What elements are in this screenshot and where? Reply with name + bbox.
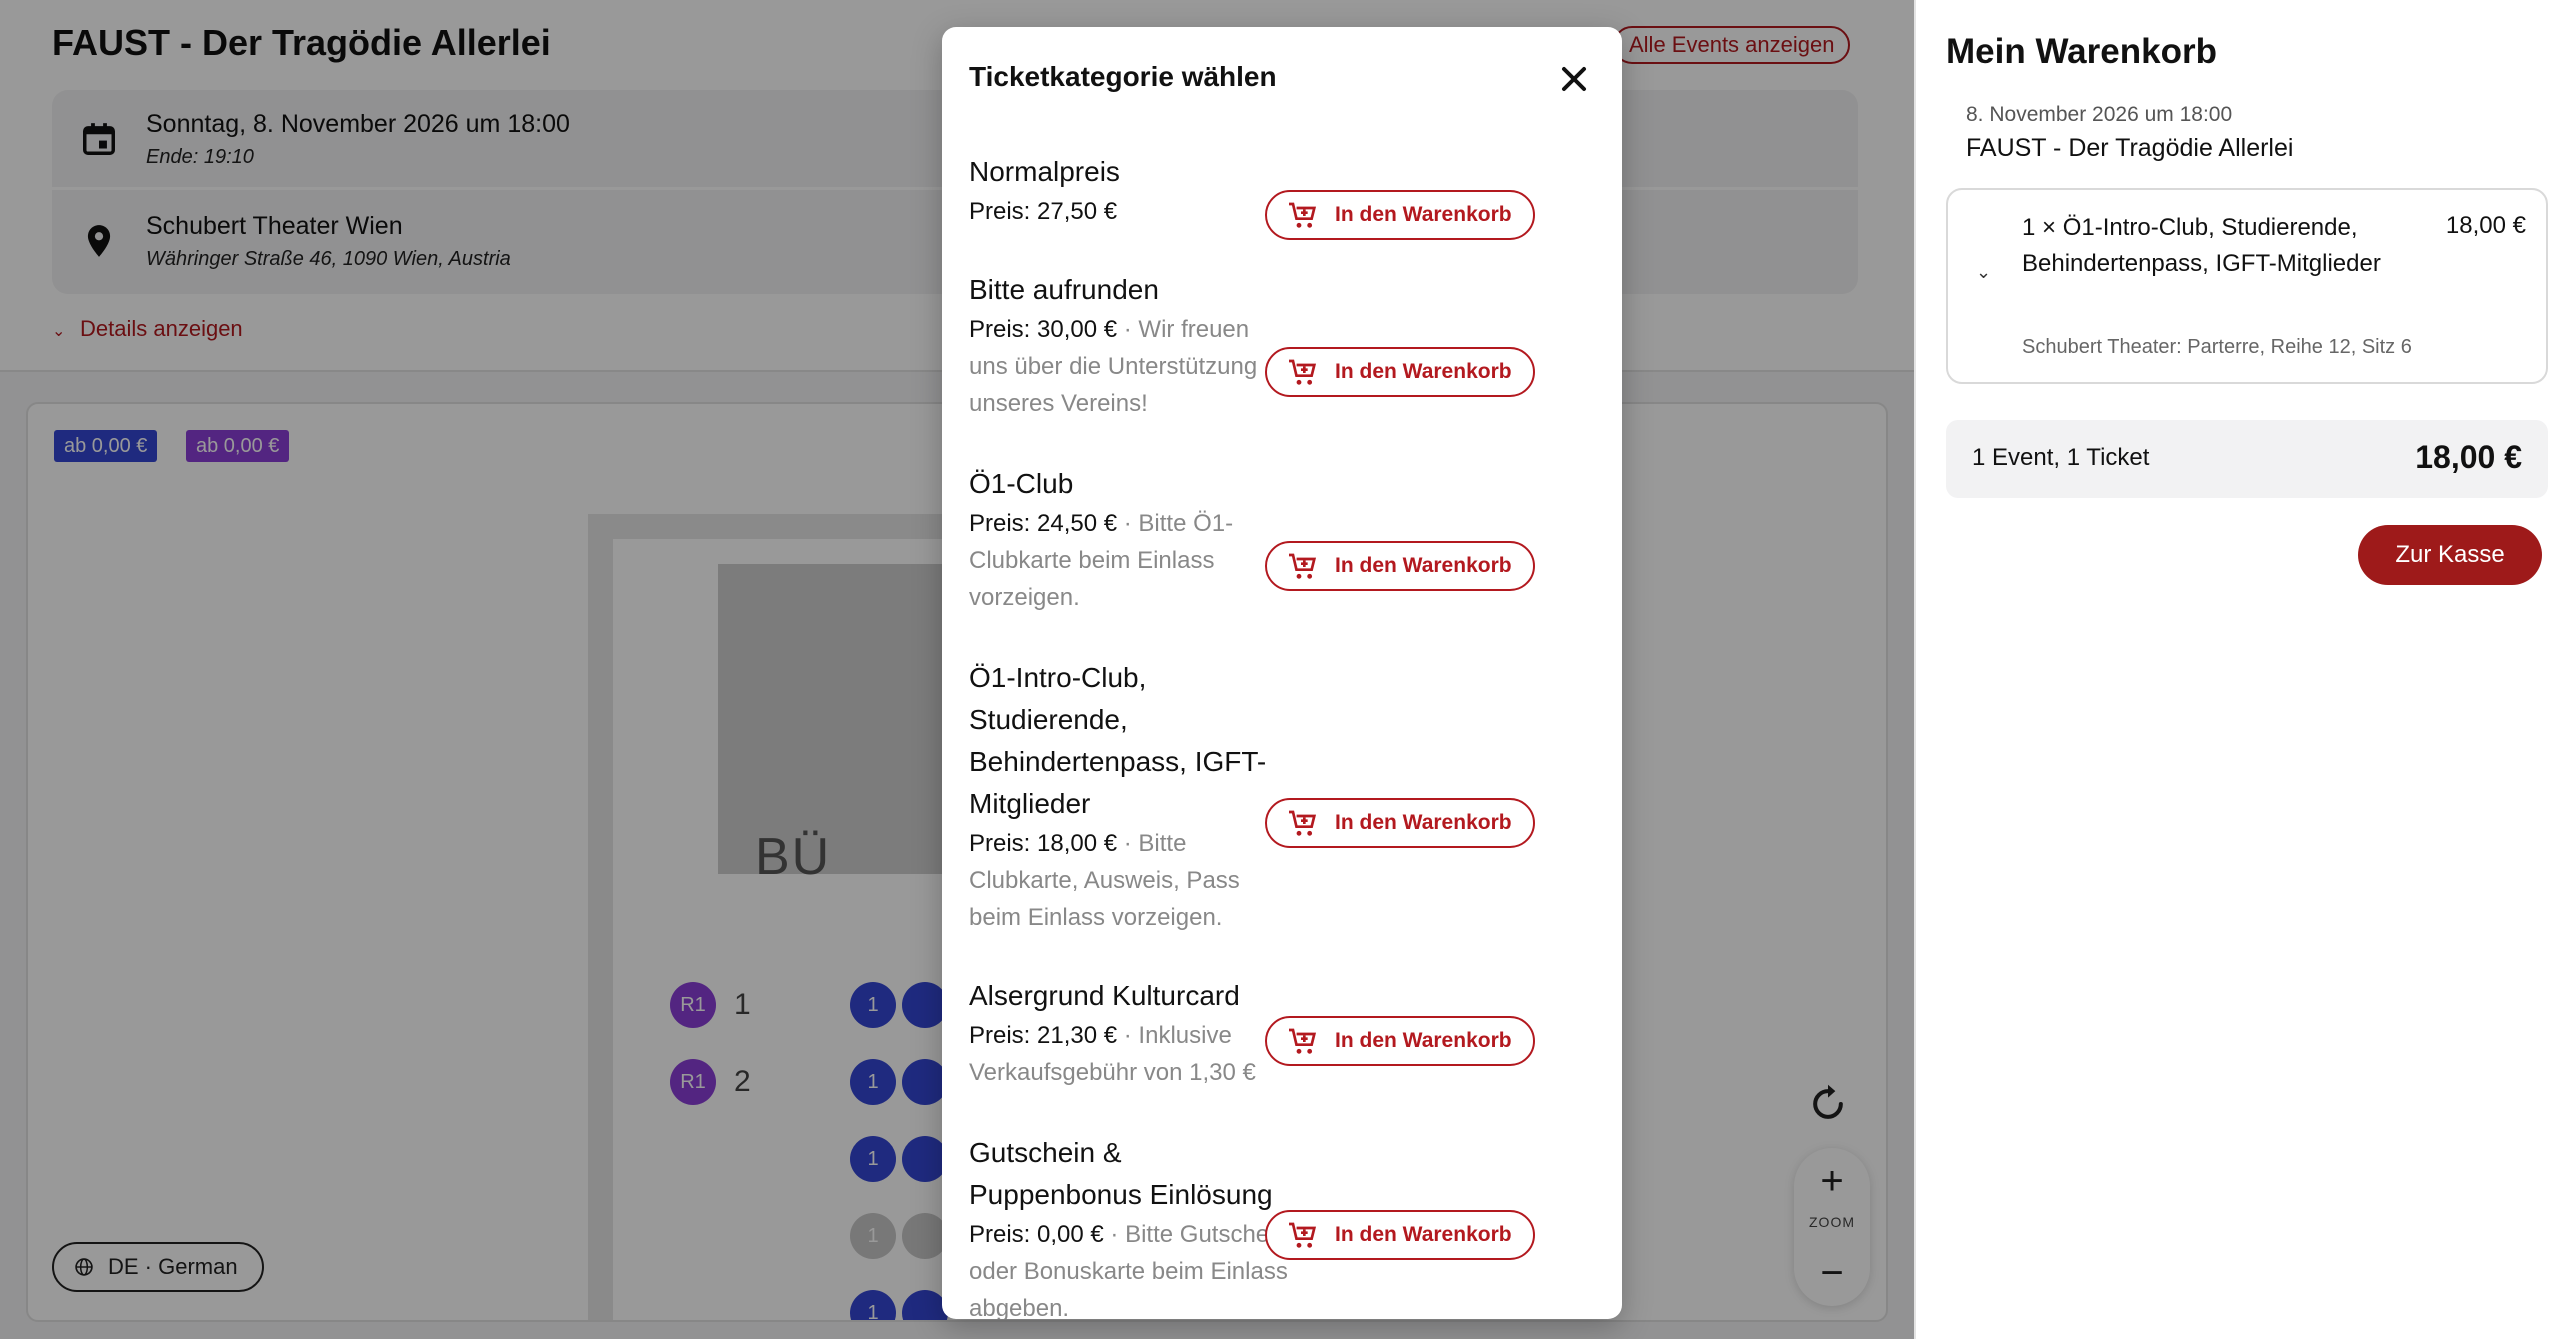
category-name: Ö1-Club [969, 468, 1074, 499]
category-price: Preis: 30,00 € [969, 316, 1118, 343]
cart-add-icon [1289, 810, 1317, 836]
cart-item-name: 1 × Ö1-Intro-Club, Studierende, Behinder… [2022, 214, 2381, 277]
category-description: Preis: 27,50 € [969, 193, 1289, 230]
cart-item-price: 18,00 € [2445, 212, 2526, 239]
cart-add-icon [1289, 553, 1317, 579]
category-price: Preis: 24,50 € [969, 510, 1118, 537]
category-item: Ö1-Club Preis: 24,50 € · Bitte Ö1-Clubka… [969, 463, 1595, 616]
add-to-cart-label: In den Warenkorb [1335, 554, 1512, 577]
category-item: Normalpreis Preis: 27,50 € In den Warenk… [969, 151, 1595, 240]
add-to-cart-button[interactable]: In den Warenkorb [1265, 1016, 1535, 1066]
category-description: Preis: 18,00 € · Bitte Clubkarte, Auswei… [969, 825, 1289, 936]
category-description: Preis: 24,50 € · Bitte Ö1-Clubkarte beim… [969, 505, 1289, 616]
category-price: Preis: 21,30 € [969, 1022, 1118, 1049]
cart-summary-total: 18,00 € [2415, 439, 2522, 475]
category-description: Preis: 0,00 € · Bitte Gutschein oder Bon… [969, 1216, 1289, 1319]
cart-item[interactable]: ⌄ 1 × Ö1-Intro-Club, Studierende, Behind… [1946, 188, 2548, 384]
checkout-button[interactable]: Zur Kasse [2358, 525, 2542, 585]
ticket-category-modal: Ticketkategorie wählen Normalpreis Preis… [942, 27, 1622, 1319]
add-to-cart-button[interactable]: In den Warenkorb [1265, 1210, 1535, 1260]
add-to-cart-button[interactable]: In den Warenkorb [1265, 190, 1535, 240]
cart-title: Mein Warenkorb [1946, 32, 2217, 71]
cart-add-icon [1289, 359, 1317, 385]
chevron-down-icon[interactable]: ⌄ [1976, 262, 1991, 283]
category-description: Preis: 30,00 € · Wir freuen uns über die… [969, 311, 1289, 422]
category-item: Ö1-Intro-Club, Studierende, Behindertenp… [969, 657, 1595, 936]
cart-summary-label: 1 Event, 1 Ticket [1972, 444, 2150, 471]
category-price: Preis: 18,00 € [969, 830, 1118, 857]
add-to-cart-button[interactable]: In den Warenkorb [1265, 541, 1535, 591]
cart-event-title: FAUST - Der Tragödie Allerlei [1966, 134, 2294, 162]
add-to-cart-label: In den Warenkorb [1335, 360, 1512, 383]
category-name: Alsergrund Kulturcard [969, 980, 1240, 1011]
add-to-cart-label: In den Warenkorb [1335, 811, 1512, 834]
cart-event-date: 8. November 2026 um 18:00 [1966, 103, 2233, 126]
category-name: Bitte aufrunden [969, 274, 1159, 305]
modal-title: Ticketkategorie wählen [969, 61, 1277, 92]
category-item: Alsergrund Kulturcard Preis: 21,30 € · I… [969, 975, 1595, 1091]
category-price: Preis: 27,50 € [969, 198, 1118, 225]
category-item: Bitte aufrunden Preis: 30,00 € · Wir fre… [969, 269, 1595, 422]
add-to-cart-label: In den Warenkorb [1335, 1223, 1512, 1246]
cart-add-icon [1289, 202, 1317, 228]
close-icon[interactable] [1554, 59, 1594, 99]
add-to-cart-button[interactable]: In den Warenkorb [1265, 347, 1535, 397]
category-name: Gutschein & Puppenbonus Einlösung [969, 1137, 1273, 1210]
category-price: Preis: 0,00 € [969, 1221, 1104, 1248]
cart-item-seat: Schubert Theater: Parterre, Reihe 12, Si… [2022, 336, 2412, 358]
category-item: Gutschein & Puppenbonus Einlösung Preis:… [969, 1132, 1595, 1319]
category-description: Preis: 21,30 € · Inklusive Verkaufsgebüh… [969, 1017, 1289, 1091]
add-to-cart-label: In den Warenkorb [1335, 203, 1512, 226]
add-to-cart-button[interactable]: In den Warenkorb [1265, 798, 1535, 848]
add-to-cart-label: In den Warenkorb [1335, 1029, 1512, 1052]
cart-add-icon [1289, 1028, 1317, 1054]
category-name: Ö1-Intro-Club, Studierende, Behindertenp… [969, 662, 1267, 819]
category-name: Normalpreis [969, 156, 1120, 187]
cart-summary: 1 Event, 1 Ticket 18,00 € [1946, 420, 2548, 498]
cart-panel: Mein Warenkorb 8. November 2026 um 18:00… [1914, 0, 2560, 1339]
cart-add-icon [1289, 1222, 1317, 1248]
